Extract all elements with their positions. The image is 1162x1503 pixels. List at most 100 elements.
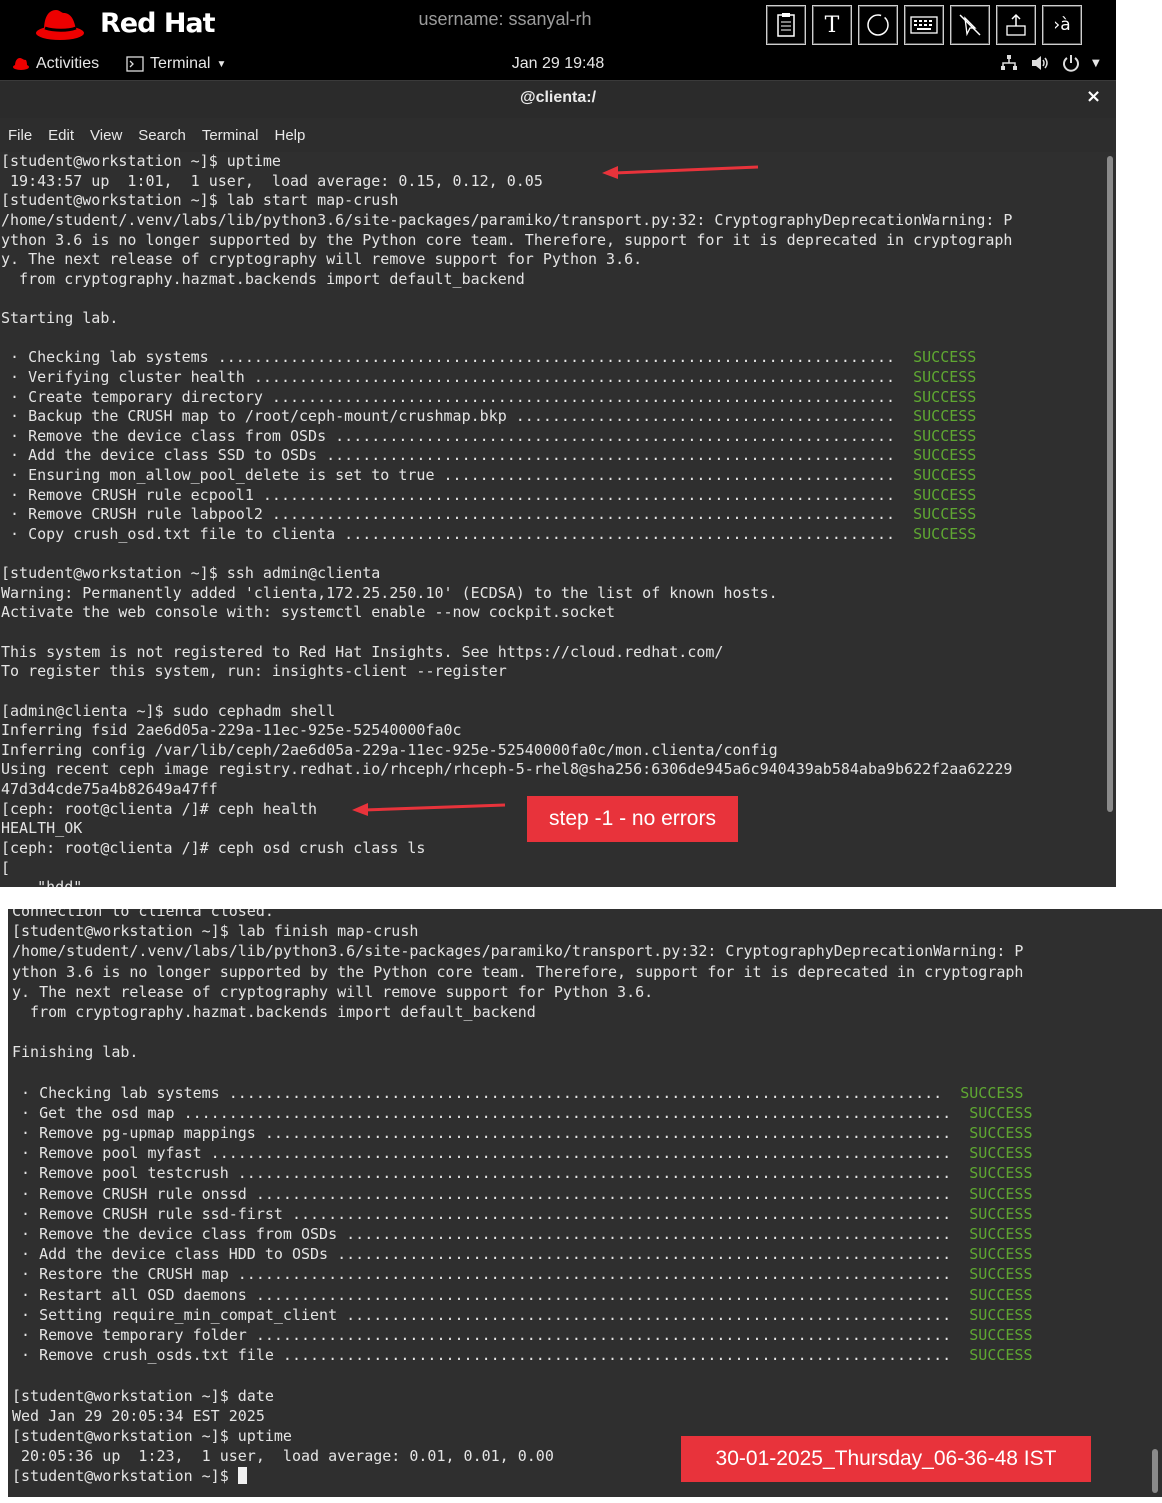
terminal-line: · Checking lab systems .................… <box>12 1083 1024 1102</box>
terminal-line: · Add the device class SSD to OSDs .....… <box>1 446 977 465</box>
terminal-line: · Remove the device class from OSDs ....… <box>1 426 977 445</box>
terminal-line: from cryptography.hazmat.backends import… <box>12 1002 536 1021</box>
terminal-scrollbar-bottom[interactable] <box>1148 909 1162 1497</box>
terminal-line: · Remove pool myfast ...................… <box>12 1144 1033 1163</box>
menu-search[interactable]: Search <box>138 127 186 144</box>
terminal-line: · Ensuring mon_allow_pool_delete is set … <box>1 466 977 484</box>
volume-icon <box>1032 56 1048 70</box>
terminal-line: Using recent ceph image registry.redhat.… <box>1 760 1013 779</box>
success-status: SUCCESS <box>969 1184 1033 1203</box>
success-status: SUCCESS <box>913 505 977 524</box>
success-status: SUCCESS <box>960 1083 1024 1102</box>
terminal-line: Starting lab. <box>1 309 119 327</box>
terminal-line: · Remove temporary folder ..............… <box>12 1325 1033 1344</box>
system-tray[interactable]: ▼ <box>1000 54 1100 72</box>
terminal-line: · Remove CRUSH rule labpool2 ...........… <box>1 505 977 524</box>
network-icon <box>1001 55 1017 70</box>
terminal-line: /home/student/.venv/labs/lib/python3.6/s… <box>12 942 1024 961</box>
success-status: SUCCESS <box>913 466 977 484</box>
success-status: SUCCESS <box>969 1245 1033 1264</box>
success-status: SUCCESS <box>913 426 977 445</box>
terminal-line: · Checking lab systems .................… <box>1 348 977 367</box>
input-method-icon[interactable]: ›à <box>1042 5 1082 45</box>
terminal-line: Inferring config /var/lib/ceph/2ae6d05a-… <box>1 740 778 759</box>
terminal-output-bottom[interactable]: Connection to clienta closed. [student@wo… <box>8 909 1148 1497</box>
text-t-glyph: T <box>824 12 840 38</box>
menu-help[interactable]: Help <box>275 127 306 144</box>
terminal-line: To register this system, run: insights-c… <box>1 662 507 681</box>
success-status: SUCCESS <box>913 485 977 504</box>
menu-edit[interactable]: Edit <box>48 127 74 144</box>
terminal-line: · Create temporary directory ...........… <box>1 387 977 406</box>
chevron-down-icon: ▼ <box>1092 57 1100 69</box>
success-status: SUCCESS <box>969 1265 1033 1284</box>
menu-view[interactable]: View <box>90 127 122 144</box>
scrollbar-thumb[interactable] <box>1107 156 1113 812</box>
terminal-line: /home/student/.venv/labs/lib/python3.6/s… <box>1 210 1013 229</box>
success-status: SUCCESS <box>913 524 977 543</box>
success-status: SUCCESS <box>969 1204 1033 1223</box>
success-status: SUCCESS <box>913 407 977 426</box>
terminal-line: · Remove the device class from OSDs ....… <box>12 1225 1033 1243</box>
upload-icon[interactable] <box>996 5 1036 45</box>
menu-terminal[interactable]: Terminal <box>202 127 259 144</box>
terminal-line: ython 3.6 is no longer supported by the … <box>1 230 1013 249</box>
callout-timestamp: 30-01-2025_Thursday_06-36-48 IST <box>681 1436 1091 1482</box>
terminal-line: y. The next release of cryptography will… <box>12 982 654 1001</box>
mouse-off-icon[interactable] <box>950 5 990 45</box>
console-toolbar: T ›à <box>766 5 1082 45</box>
clipboard-icon[interactable] <box>766 5 806 45</box>
terminal-line: [student@workstation ~]$ date <box>12 1386 274 1405</box>
terminal-scrollbar-top[interactable] <box>1104 152 1116 887</box>
terminal-line: [student@workstation ~]$ lab finish map-… <box>12 922 419 941</box>
keyboard-icon[interactable] <box>904 5 944 45</box>
terminal-line: · Remove CRUSH rule ecpool1 ............… <box>1 485 977 504</box>
power-icon <box>1063 55 1079 72</box>
terminal-line: [admin@clienta ~]$ sudo cephadm shell <box>1 701 336 720</box>
terminal-line: [student@workstation ~]$ ssh admin@clien… <box>1 564 381 583</box>
terminal-line: [student@workstation ~]$ uptime <box>1 152 281 170</box>
input-method-glyph: ›à <box>1053 15 1071 35</box>
terminal-line: · Remove pool testcrush ................… <box>12 1164 1033 1183</box>
scrollbar-thumb[interactable] <box>1152 1449 1158 1493</box>
terminal-line: · Remove CRUSH rule onssd ..............… <box>12 1184 1033 1203</box>
terminal-line: [student@workstation ~]$ lab start map-c… <box>1 191 399 210</box>
success-status: SUCCESS <box>913 446 977 465</box>
text-t-icon[interactable]: T <box>812 5 852 45</box>
terminal-line: · Restart all OSD daemons ..............… <box>12 1285 1033 1304</box>
terminal-line: · Setting require_min_compat_client ....… <box>12 1305 1033 1324</box>
terminal-line: · Remove crush_osds.txt file ...........… <box>12 1346 1033 1365</box>
success-status: SUCCESS <box>913 348 977 367</box>
terminal-line: Connection to clienta closed. <box>12 909 274 920</box>
menu-file[interactable]: File <box>8 127 32 144</box>
terminal-line: "hdd" <box>0 878 1104 887</box>
terminal-line: y. The next release of cryptography will… <box>1 250 643 269</box>
window-title: @clienta:/ <box>519 89 597 106</box>
terminal-line: · Remove pg-upmap mappings .............… <box>12 1124 1033 1143</box>
terminal-line: · Get the osd map ......................… <box>12 1103 1033 1122</box>
terminal-output-top[interactable]: [student@workstation ~]$ uptime 19:43:57… <box>0 152 1104 887</box>
success-status: SUCCESS <box>969 1325 1033 1344</box>
annotation-arrow-health <box>352 803 506 816</box>
success-status: SUCCESS <box>913 387 977 406</box>
close-icon[interactable]: × <box>1086 86 1101 107</box>
circle-icon[interactable] <box>858 5 898 45</box>
clock[interactable]: Jan 29 19:48 <box>0 55 1116 73</box>
terminal-line: · Backup the CRUSH map to /root/ceph-mou… <box>1 407 977 426</box>
terminal-line: Warning: Permanently added 'clienta,172.… <box>1 583 778 602</box>
success-status: SUCCESS <box>969 1285 1033 1304</box>
terminal-line: 19:43:57 up 1:01, 1 user, load average: … <box>1 171 543 190</box>
terminal-line: · Add the device class HDD to OSDs .....… <box>12 1245 1033 1264</box>
success-status: SUCCESS <box>969 1225 1033 1243</box>
callout-step1: step -1 - no errors <box>527 796 738 842</box>
success-status: SUCCESS <box>969 1305 1033 1324</box>
terminal-line: [ <box>1 858 11 877</box>
terminal-line: · Copy crush_osd.txt file to clienta ...… <box>1 524 977 543</box>
